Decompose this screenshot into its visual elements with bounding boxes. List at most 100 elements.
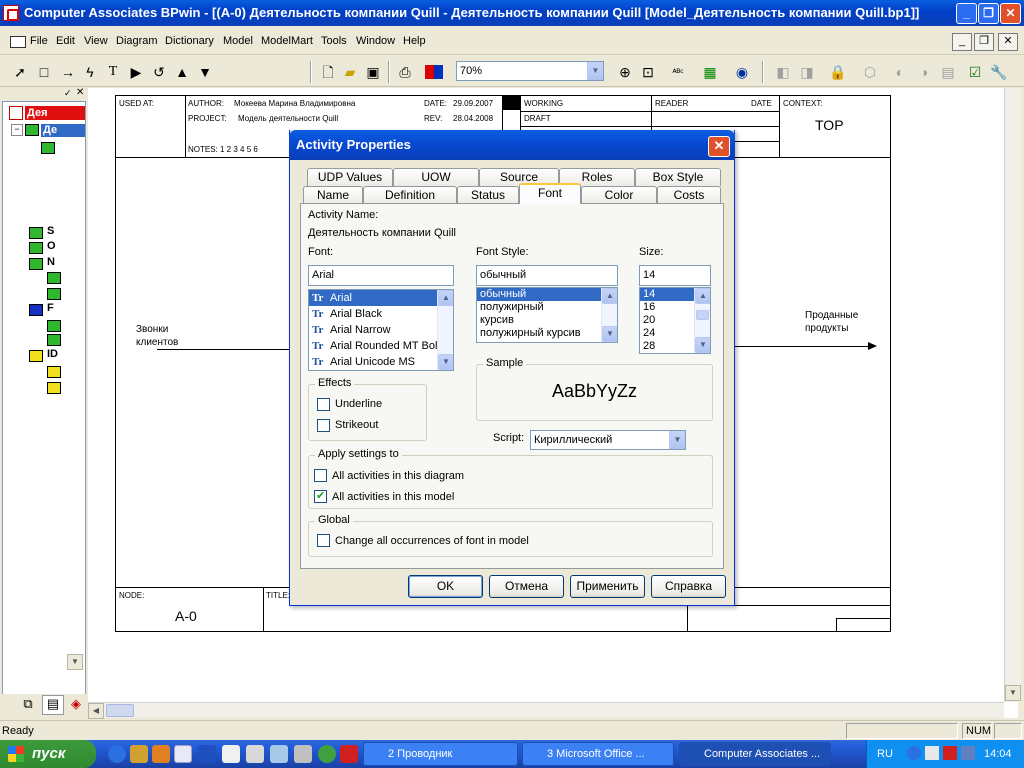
zoom-in-icon[interactable]: ⊕ [615, 62, 635, 82]
dialog-close-icon[interactable]: ✕ [708, 136, 730, 157]
lock-icon[interactable]: 🔒 [828, 62, 848, 82]
help-button[interactable]: Справка [651, 575, 726, 598]
window-icon[interactable] [270, 745, 288, 763]
squiggle-tool-icon[interactable]: ϟ [80, 62, 100, 82]
mm-disconnect-icon[interactable]: ◨ [797, 62, 817, 82]
menu-file[interactable]: File [30, 35, 48, 47]
tools-icon[interactable] [246, 745, 264, 763]
font-list-scrollbar[interactable]: ▲ ▼ [437, 290, 453, 370]
scroll-down-icon[interactable]: ▼ [602, 326, 617, 342]
tab-costs[interactable]: Costs [657, 186, 721, 204]
menu-dictionary[interactable]: Dictionary [165, 35, 214, 47]
tree-item-n[interactable]: N [47, 256, 55, 268]
cancel-button[interactable]: Отмена [489, 575, 564, 598]
font-option-arial-narrow[interactable]: Tr Arial Narrow [309, 322, 453, 338]
explorer-pin-icon[interactable]: ✓ [64, 88, 72, 99]
activities-tab-icon[interactable]: ⧉ [18, 696, 38, 714]
model-explorer-tree[interactable]: Дея − Де S O N F ID ▼ [2, 101, 86, 696]
text-tool-icon[interactable]: T [103, 62, 123, 82]
pointer-tool-icon[interactable]: ➚ [10, 62, 30, 82]
restore-icon[interactable]: ❐ [978, 3, 999, 24]
new-file-icon[interactable]: 🗋 [318, 62, 338, 82]
tab-definition[interactable]: Definition [363, 186, 457, 204]
grid-icon[interactable]: ▤ [938, 62, 958, 82]
cube-icon[interactable]: ⬡ [860, 62, 880, 82]
kaspersky-icon[interactable] [943, 746, 957, 760]
input-arrow[interactable] [157, 349, 297, 350]
tab-font[interactable]: Font [519, 183, 581, 204]
start-button[interactable]: пуск [0, 740, 96, 768]
tree-root-label[interactable]: Дея [25, 106, 85, 120]
script-select[interactable]: Кириллический ▼ [530, 430, 686, 450]
explorer-close-icon[interactable]: ✕ [76, 87, 84, 98]
open-folder-icon[interactable]: ▰ [340, 62, 360, 82]
strikeout-checkbox[interactable] [317, 419, 330, 432]
font-option-arial[interactable]: Tr Arial [309, 290, 453, 306]
apply-model-checkbox[interactable] [314, 489, 327, 503]
apply-diagram-checkbox[interactable] [314, 469, 327, 482]
print-icon[interactable]: ⎙ [395, 62, 415, 82]
tab-name[interactable]: Name [303, 186, 363, 204]
clock[interactable]: 14:04 [984, 740, 1012, 768]
zoom-select[interactable]: 70% ▼ [456, 61, 604, 81]
save-icon[interactable]: ▣ [363, 62, 383, 82]
tree-item-activity[interactable]: Де [41, 124, 85, 137]
tab-status[interactable]: Status [457, 186, 519, 204]
notes-icon[interactable] [174, 745, 192, 763]
global-change-checkbox[interactable] [317, 534, 330, 547]
mdi-minimize-icon[interactable]: _ [952, 33, 972, 51]
menu-view[interactable]: View [84, 35, 108, 47]
tree-item-s[interactable]: S [47, 225, 54, 237]
word-icon[interactable] [198, 745, 216, 763]
tree-item-f[interactable]: F [47, 302, 54, 314]
menu-diagram[interactable]: Diagram [116, 35, 158, 47]
spellcheck-icon[interactable]: ᴬᴮᶜ [668, 62, 688, 82]
people-icon[interactable]: ◑ [914, 62, 934, 82]
tree-item-o[interactable]: O [47, 240, 56, 252]
wrench-icon[interactable]: 🔧 [989, 62, 1009, 82]
network-icon[interactable] [961, 746, 975, 760]
mdi-restore-icon[interactable]: ❐ [974, 33, 994, 51]
output-arrow[interactable] [734, 346, 872, 347]
menu-modelmart[interactable]: ModelMart [261, 35, 313, 47]
scroll-down-icon[interactable]: ▼ [438, 354, 453, 370]
globe-icon[interactable] [318, 745, 336, 763]
underline-checkbox[interactable] [317, 398, 330, 411]
go-up-icon[interactable]: ▲ [172, 62, 192, 82]
style-option-bold-italic[interactable]: полужирный курсив [477, 327, 617, 340]
vertical-scrollbar[interactable]: ▼ [1004, 88, 1021, 702]
arrow-tool-icon[interactable]: → [58, 62, 78, 82]
horizontal-scrollbar[interactable]: ◀ [88, 702, 1004, 719]
activity-box-tool-icon[interactable]: □ [34, 62, 54, 82]
font-list[interactable]: Tr Arial Tr Arial Black Tr Arial Narrow Tr A… [308, 289, 454, 371]
menu-edit[interactable]: Edit [56, 35, 75, 47]
size-input[interactable]: 14 [639, 265, 711, 286]
mm-connect-icon[interactable]: ◧ [773, 62, 793, 82]
go-down-icon[interactable]: ▼ [195, 62, 215, 82]
task-bpwin[interactable]: Computer Associates ... [679, 742, 831, 766]
tab-udp-values[interactable]: UDP Values [307, 168, 393, 186]
menu-model[interactable]: Model [223, 35, 253, 47]
minimize-icon[interactable]: _ [956, 3, 977, 24]
size-list-scrollbar[interactable]: ▲ ▼ [694, 288, 710, 353]
language-indicator[interactable]: RU [877, 740, 893, 768]
diagrams-tab-icon[interactable]: ▤ [42, 695, 64, 715]
font-style-list[interactable]: обычный полужирный курсив полужирный кур… [476, 287, 618, 343]
ok-button[interactable]: OK [408, 575, 483, 598]
zoom-fit-icon[interactable]: ⊡ [638, 62, 658, 82]
style-option-regular[interactable]: обычный [477, 288, 617, 301]
size-list[interactable]: 14 16 20 24 28 ▲ ▼ [639, 287, 711, 354]
document-icon[interactable] [10, 36, 26, 48]
scroll-up-icon[interactable]: ▲ [602, 288, 617, 304]
model-explorer-icon[interactable]: ▦ [700, 62, 720, 82]
input-arrow-label[interactable]: Звонки клиентов [136, 323, 206, 349]
checklist-icon[interactable]: ☑ [965, 62, 985, 82]
tab-color[interactable]: Color [581, 186, 657, 204]
font-name-input[interactable]: Arial [308, 265, 454, 286]
scroll-down-icon[interactable]: ▼ [1005, 685, 1021, 701]
style-list-scrollbar[interactable]: ▲ ▼ [601, 288, 617, 342]
objects-tab-icon[interactable]: ◈ [68, 696, 84, 714]
close-icon[interactable]: ✕ [1000, 3, 1021, 24]
media-icon[interactable] [294, 745, 312, 763]
scroll-down-icon[interactable]: ▼ [695, 337, 710, 353]
